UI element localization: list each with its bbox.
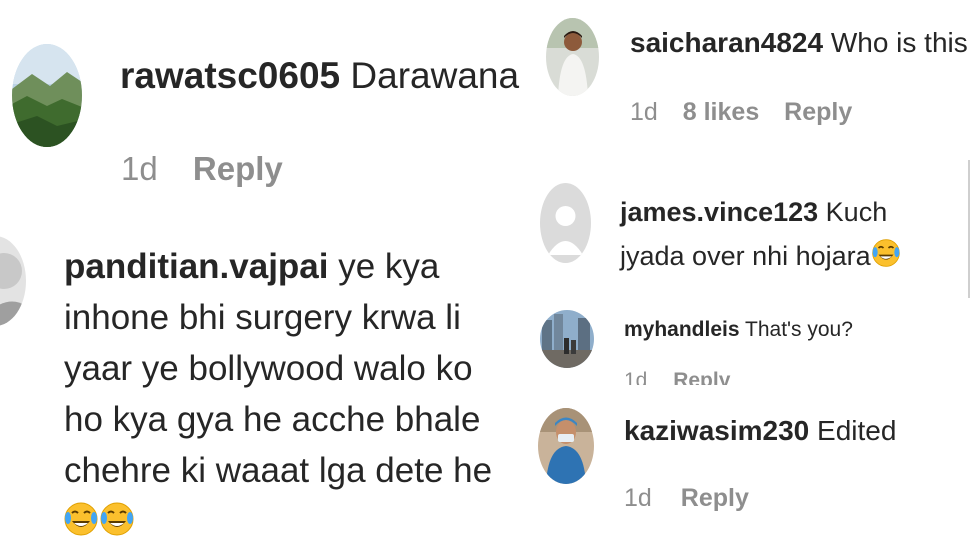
city-street-avatar-icon — [540, 310, 594, 368]
username[interactable]: panditian.vajpai — [64, 247, 329, 286]
avatar-panditian[interactable] — [0, 236, 26, 326]
reply-button[interactable]: Reply — [681, 484, 749, 513]
reply-button[interactable]: Reply — [784, 98, 852, 127]
comment-panditian: panditian.vajpai ye kya inhone bhi surge… — [64, 241, 512, 545]
comment-meta: 1d Reply — [624, 369, 730, 385]
reply-button[interactable]: Reply — [673, 369, 730, 385]
username[interactable]: james.vince123 — [620, 197, 818, 227]
partial-avatar-icon — [0, 236, 26, 326]
comment-text: Darawana h bht — [350, 55, 526, 96]
reply-button[interactable]: Reply — [193, 150, 283, 188]
likes-count[interactable]: 8 likes — [683, 98, 759, 127]
medical-scrubs-avatar-icon — [538, 408, 594, 484]
comment-meta: 1d Reply — [624, 484, 749, 513]
comment-meta: 1d 8 likes Reply — [630, 98, 852, 127]
comment-text: Who is this — [830, 27, 968, 58]
comment-saicharan4824: saicharan4824 Who is this — [630, 26, 968, 60]
avatar-saicharan4824[interactable] — [546, 18, 599, 96]
username[interactable]: saicharan4824 — [630, 27, 823, 58]
username[interactable]: myhandleis — [624, 318, 740, 341]
laughing-tears-emoji-icon — [64, 501, 134, 537]
comment-kaziwasim230: kaziwasim230 Edited — [624, 414, 896, 448]
avatar-rawatsc0605[interactable] — [12, 44, 82, 147]
comment-age: 1d — [624, 369, 648, 385]
landscape-avatar-icon — [12, 44, 82, 147]
comment-age: 1d — [624, 484, 652, 512]
comment-myhandleis: myhandleis That's you? — [624, 317, 853, 342]
myhandleis-strip: myhandleis That's you? 1d Reply — [526, 305, 970, 385]
comment-text: That's you? — [745, 318, 853, 341]
default-avatar-icon — [540, 183, 591, 263]
comment-age: 1d — [630, 98, 658, 126]
username[interactable]: rawatsc0605 — [120, 55, 340, 96]
avatar-myhandleis[interactable] — [540, 310, 594, 368]
comment-james-vince123: james.vince123 Kuch jyada over nhi hojar… — [620, 190, 950, 278]
comment-rawatsc0605: rawatsc0605 Darawana h bht — [120, 54, 526, 98]
avatar-kaziwasim230[interactable] — [538, 408, 594, 484]
person-white-shirt-avatar-icon — [546, 18, 599, 96]
laughing-tears-emoji-icon — [871, 238, 901, 268]
right-panel: saicharan4824 Who is this 1d 8 likes Rep… — [526, 0, 970, 545]
username[interactable]: kaziwasim230 — [624, 415, 809, 446]
avatar-james-vince123[interactable] — [540, 183, 591, 263]
left-panel: rawatsc0605 Darawana h bht 1d Reply pand… — [0, 0, 526, 545]
comment-age: 1d — [121, 150, 158, 187]
comment-meta: 1d Reply — [121, 150, 283, 188]
comment-text: Edited — [817, 415, 897, 446]
